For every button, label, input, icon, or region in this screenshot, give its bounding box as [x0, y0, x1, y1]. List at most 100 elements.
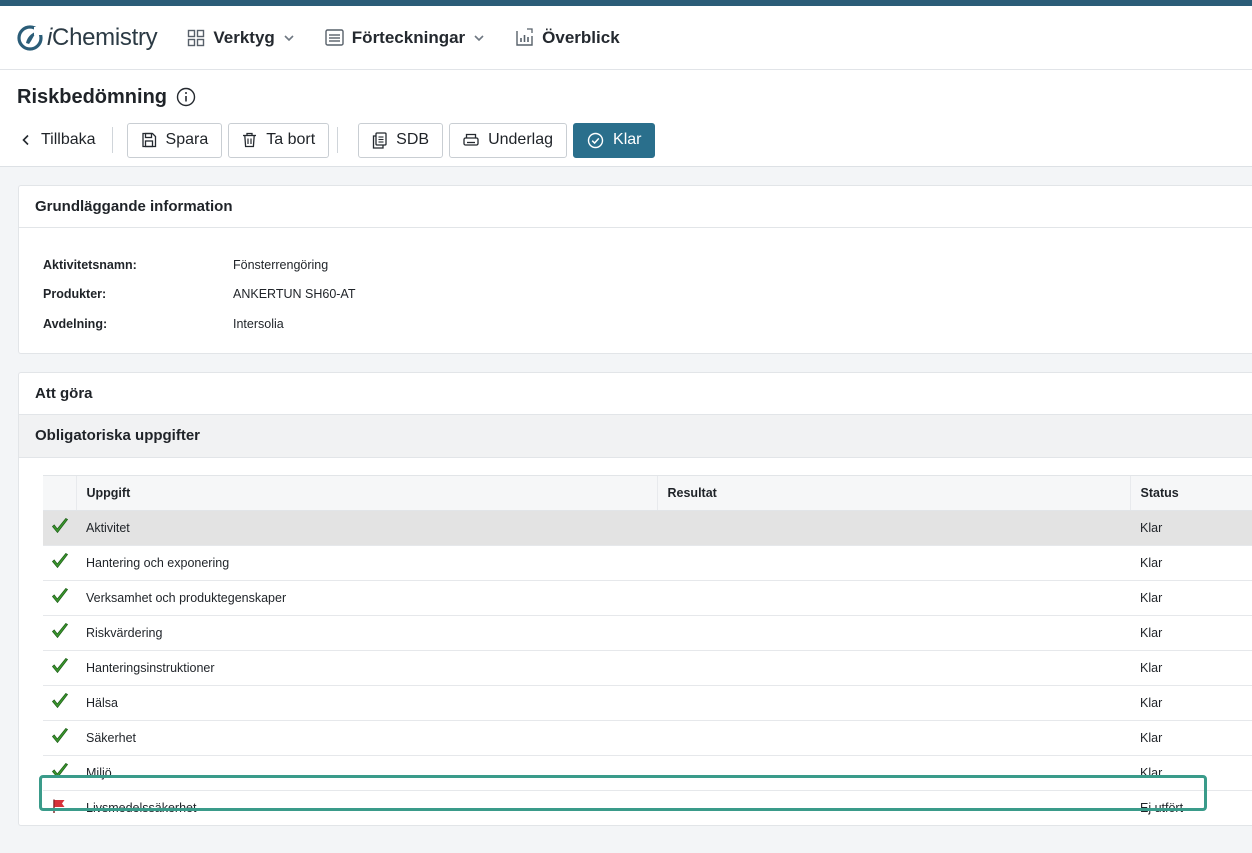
table-row[interactable]: Säkerhet Klar [43, 720, 1252, 756]
list-icon [325, 29, 344, 46]
info-value: Intersolia [233, 316, 284, 331]
info-row: Produkter: ANKERTUN SH60-AT [43, 280, 1252, 310]
printer-icon [463, 133, 479, 146]
table-row[interactable]: Hantering och exponering Klar [43, 545, 1252, 581]
result-cell [657, 580, 1130, 616]
check-icon [51, 622, 69, 639]
page-title: Riskbedömning [17, 85, 168, 108]
check-icon [51, 692, 69, 709]
status-cell: Klar [1130, 510, 1252, 546]
table-row[interactable]: Livsmedelssäkerhet Ej utfört [43, 790, 1252, 825]
red-flag-icon [53, 799, 65, 814]
task-cell: Hälsa [76, 685, 657, 721]
task-cell: Säkerhet [76, 720, 657, 756]
logo-name: Chemistry [52, 23, 158, 51]
sds-button[interactable]: SDB [358, 122, 444, 158]
nav-lists-label: Förteckningar [351, 27, 466, 47]
info-label: Produkter: [43, 287, 107, 302]
status-icon-cell [43, 580, 76, 616]
table-row[interactable]: Aktivitet Klar [43, 510, 1252, 546]
back-button-label: Tillbaka [41, 131, 96, 148]
todo-card: Att göra Obligatoriska uppgifter Uppgift… [18, 371, 1252, 826]
check-icon [51, 587, 69, 604]
todo-header: Att göra [19, 373, 1252, 415]
status-cell: Klar [1130, 545, 1252, 581]
status-icon-cell [43, 510, 76, 546]
check-circle-icon [587, 132, 604, 148]
bar-chart-icon [516, 28, 533, 46]
task-cell: Hantering och exponering [76, 545, 657, 581]
check-icon [51, 727, 69, 744]
tasks-table: Uppgift Resultat Status Aktivitet Klar Han… [43, 474, 1252, 826]
save-button[interactable]: Spara [126, 122, 223, 158]
table-row[interactable]: Verksamhet och produktegenskaper Klar [43, 580, 1252, 616]
task-cell: Riskvärdering [76, 615, 657, 651]
mark-done-button-label: Klar [613, 131, 642, 148]
info-row: Aktivitetsnamn: Fönsterrengöring [43, 250, 1252, 280]
info-value: ANKERTUN SH60-AT [233, 287, 356, 302]
basis-button-label: Underlag [488, 131, 554, 148]
back-button[interactable]: Tillbaka [17, 123, 112, 157]
documents-icon [373, 131, 387, 149]
sds-button-label: SDB [396, 131, 430, 148]
task-cell: Miljö [76, 755, 657, 791]
basic-info-card: Grundläggande information Aktivitetsnamn… [18, 185, 1252, 354]
result-cell [657, 510, 1130, 546]
status-icon-cell [43, 685, 76, 721]
status-icon-cell [43, 650, 76, 686]
toolbar-divider [337, 127, 339, 153]
check-icon [51, 762, 69, 779]
status-column-header[interactable]: Status [1129, 474, 1252, 511]
chevron-left-icon [22, 134, 29, 146]
task-column-header[interactable]: Uppgift [75, 474, 657, 511]
delete-button[interactable]: Ta bort [228, 122, 330, 158]
info-label: Aktivitetsnamn: [43, 257, 137, 272]
status-icon-cell [43, 545, 76, 581]
status-icon-cell [43, 720, 76, 756]
info-row: Avdelning: Intersolia [43, 309, 1252, 339]
status-icon-cell [43, 755, 76, 791]
table-row[interactable]: Riskvärdering Klar [43, 615, 1252, 651]
page-header: Riskbedömning Tillbaka Spara Ta bort SDB… [0, 70, 1252, 167]
task-cell: Aktivitet [76, 510, 657, 546]
table-row[interactable]: Miljö Klar [43, 755, 1252, 791]
logo-icon [17, 24, 43, 51]
task-cell: Verksamhet och produktegenskaper [76, 580, 657, 616]
mark-done-button[interactable]: Klar [573, 122, 656, 158]
nav-overview-label: Överblick [542, 27, 620, 47]
table-row[interactable]: Hälsa Klar [43, 685, 1252, 721]
check-icon [51, 657, 69, 674]
delete-button-label: Ta bort [266, 131, 316, 148]
status-cell: Klar [1130, 755, 1252, 791]
info-value: Fönsterrengöring [233, 257, 329, 272]
nav-tools[interactable]: Verktyg [187, 28, 294, 48]
table-header-row: Uppgift Resultat Status [43, 474, 1252, 511]
nav-overview[interactable]: Överblick [515, 28, 620, 48]
info-icon[interactable] [176, 87, 196, 107]
result-column-header[interactable]: Resultat [656, 474, 1130, 511]
basic-info-header: Grundläggande information [19, 186, 1252, 228]
status-icon-cell [43, 790, 76, 825]
nav-lists[interactable]: Förteckningar [325, 28, 485, 48]
basis-button[interactable]: Underlag [449, 122, 568, 158]
basic-info-body: Aktivitetsnamn: Fönsterrengöring Produkter… [19, 228, 1252, 353]
task-cell: Hanteringsinstruktioner [76, 650, 657, 686]
save-icon [141, 132, 156, 148]
table-row[interactable]: Hanteringsinstruktioner Klar [43, 650, 1252, 686]
main-content: Grundläggande information Aktivitetsnamn… [0, 167, 1252, 826]
result-cell [657, 755, 1130, 791]
tasks-table-wrapper: Uppgift Resultat Status Aktivitet Klar Han… [19, 458, 1252, 826]
chevron-down-icon [284, 34, 294, 41]
action-toolbar: Tillbaka Spara Ta bort SDB Underlag Klar [17, 122, 1235, 166]
status-cell: Klar [1130, 615, 1252, 651]
grid-icon [188, 29, 205, 46]
icon-column-header [43, 474, 76, 511]
status-cell: Ej utfört [1140, 800, 1184, 815]
check-icon [51, 552, 69, 569]
app-logo[interactable]: iChemistry [17, 23, 158, 52]
result-cell [657, 650, 1130, 686]
info-label: Avdelning: [43, 316, 108, 331]
save-button-label: Spara [165, 131, 209, 148]
trash-icon [243, 132, 257, 148]
toolbar-divider [111, 127, 113, 153]
